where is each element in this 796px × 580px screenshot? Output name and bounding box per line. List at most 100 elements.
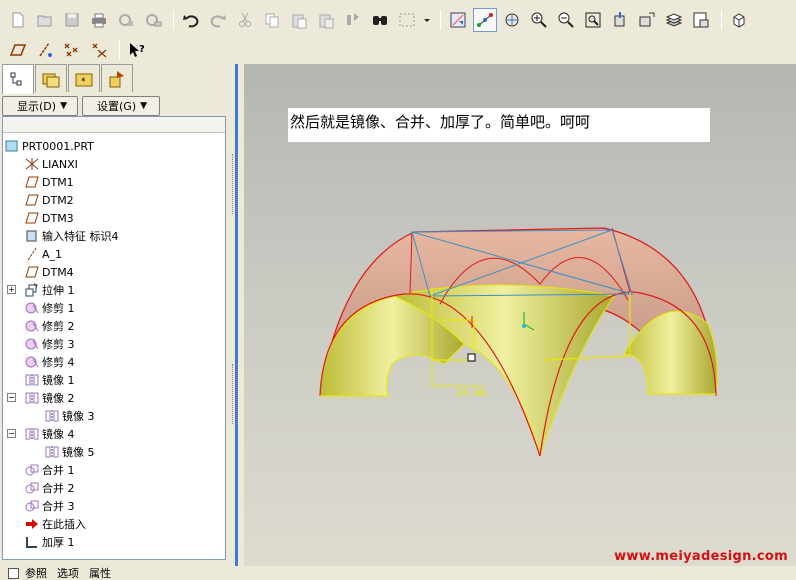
datum-point-icon[interactable] [60,38,84,62]
reorient-icon[interactable] [608,8,632,32]
tree-item[interactable]: DTM1 [3,173,225,191]
paste-icon[interactable] [287,8,311,32]
status-item-references[interactable]: 参照 [25,565,47,580]
tree-item[interactable]: 加厚 1 [3,533,225,551]
tree-item[interactable]: − 镜像 2 [3,389,225,407]
print-icon[interactable] [87,8,111,32]
tree-item[interactable]: 合并 2 [3,479,225,497]
splitter-grip[interactable] [232,154,238,214]
zoom-in-icon[interactable] [527,8,551,32]
toolbar-separator [440,10,441,30]
tree-item[interactable]: 修剪 1 [3,299,225,317]
email-icon[interactable] [141,8,165,32]
tree-item[interactable]: + 拉伸 1 [3,281,225,299]
svg-text:?: ? [139,44,145,55]
find-icon[interactable] [368,8,392,32]
tree-item[interactable]: 修剪 4 [3,353,225,371]
tree-item[interactable]: DTM2 [3,191,225,209]
main-toolbar [0,6,754,34]
open-icon[interactable] [33,8,57,32]
repaint-icon[interactable] [446,8,470,32]
saved-views-icon[interactable] [635,8,659,32]
chevron-down-icon[interactable] [422,8,432,32]
tree-item[interactable]: − 镜像 4 [3,425,225,443]
merge-icon [25,463,39,477]
graphics-viewport[interactable]: 24.00 然后就是镜像、合并、加厚了。简单吧。呵呵 www.meiyadesi… [244,64,796,566]
spin-center-icon[interactable] [473,8,497,32]
datum-plane-icon [25,175,39,189]
annotation-note: 然后就是镜像、合并、加厚了。简单吧。呵呵 [288,108,710,142]
orient-icon[interactable] [500,8,524,32]
trim-icon [25,355,39,369]
expand-icon[interactable]: + [7,285,16,294]
save-icon[interactable] [60,8,84,32]
undo-icon[interactable] [179,8,203,32]
status-checkbox[interactable] [8,567,19,579]
tree-item[interactable]: 合并 1 [3,461,225,479]
tree-item[interactable]: DTM4 [3,263,225,281]
favorites-tab[interactable]: * [68,64,100,92]
settings-dropdown[interactable]: 设置(G) ▼ [82,96,160,116]
tree-item-label: 修剪 3 [42,338,75,351]
datum-plane-icon [25,265,39,279]
regenerate-icon[interactable] [341,8,365,32]
paste-special-icon[interactable] [314,8,338,32]
toolbar-separator [721,10,722,30]
datum-axis-icon[interactable] [33,38,57,62]
datum-plane-icon[interactable] [6,38,30,62]
tree-item[interactable]: 修剪 3 [3,335,225,353]
mirror-icon [25,373,39,387]
status-item-options[interactable]: 选项 [57,565,79,580]
layers-icon[interactable] [662,8,686,32]
import-feature-icon [25,229,39,243]
merge-icon [25,481,39,495]
tree-item-label: 合并 2 [42,482,75,495]
panel-splitter[interactable] [232,64,244,566]
model-tree-tab[interactable] [2,64,34,94]
new-icon[interactable] [6,8,30,32]
show-dropdown[interactable]: 显示(D) ▼ [2,96,78,116]
collapse-icon[interactable]: − [7,393,16,402]
status-item-properties[interactable]: 属性 [89,565,111,580]
tree-item[interactable]: 输入特征 标识4 [3,227,225,245]
tree-item[interactable]: 在此插入 [3,515,225,533]
tree-item-label: 镜像 4 [42,428,75,441]
zoom-out-icon[interactable] [554,8,578,32]
chevron-down-icon: ▼ [60,101,67,111]
tree-item[interactable]: DTM3 [3,209,225,227]
collapse-icon[interactable]: − [7,429,16,438]
folder-browser-tab[interactable] [35,64,67,92]
navigator-panel: * 显示(D) ▼ 设置(G) ▼ PRT0001.PRT LIANXI DTM1 DTM… [0,64,232,566]
tree-item[interactable]: 镜像 5 [3,443,225,461]
tree-item-label: 加厚 1 [42,536,75,549]
tree-item-label: 镜像 1 [42,374,75,387]
model-tree-icon[interactable] [689,8,713,32]
tree-item[interactable]: A_1 [3,245,225,263]
coordinate-system-icon[interactable] [87,38,111,62]
show-dropdown-label: 显示(D) [17,100,57,113]
tree-item[interactable]: 镜像 3 [3,407,225,425]
tree-item[interactable]: PRT0001.PRT [3,137,225,155]
context-help-icon[interactable]: ? [125,38,149,62]
tree-item[interactable]: 合并 3 [3,497,225,515]
connections-tab[interactable] [101,64,133,92]
refit-icon[interactable] [581,8,605,32]
cut-icon[interactable] [233,8,257,32]
redo-icon[interactable] [206,8,230,32]
window-icon[interactable] [727,8,751,32]
thicken-icon [25,535,39,549]
tree-item[interactable]: LIANXI [3,155,225,173]
copy-icon[interactable] [260,8,284,32]
tree-item[interactable]: 镜像 1 [3,371,225,389]
drag-handle[interactable] [467,353,476,362]
datum-axis-icon [25,247,39,261]
tree-item-label: 合并 1 [42,464,75,477]
select-box-icon[interactable] [395,8,419,32]
tree-item-label: 合并 3 [42,500,75,513]
tree-item[interactable]: 修剪 2 [3,317,225,335]
tree-item-label: 输入特征 标识4 [42,230,119,243]
splitter-grip[interactable] [232,364,238,424]
splitter-bar[interactable] [235,64,238,566]
send-icon[interactable] [114,8,138,32]
toolbar-separator [119,40,120,60]
